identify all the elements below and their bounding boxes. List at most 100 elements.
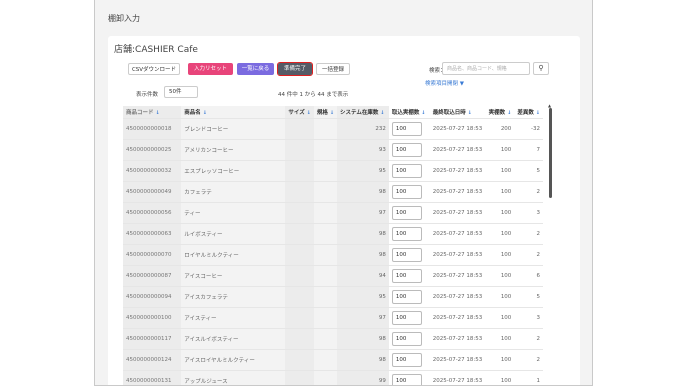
per-page-label: 表示件数 [136, 92, 159, 98]
cell-code: 4500000000025 [123, 139, 182, 161]
actual-count-input[interactable]: 100 [391, 143, 422, 157]
cell-spec [313, 139, 338, 161]
actual-count-input[interactable]: 100 [391, 374, 422, 385]
cell-size [285, 286, 314, 308]
cell-name: ブレンドコーヒー [181, 118, 286, 140]
cell-real-stock: 200 [485, 118, 515, 140]
table-row: 4500000000025 アメリカンコーヒー 93 100 2025-07-27 18… [123, 139, 543, 161]
actual-count-input[interactable]: 100 [391, 227, 422, 241]
inventory-table: 商品コード ↓ 商品名 ↓ サイズ ↓ 規格 ↓ システム在庫数 ↓ 取込実棚数… [123, 106, 543, 385]
cell-real-stock: 100 [485, 202, 515, 224]
cell-system-stock: 98 [337, 244, 389, 266]
cell-actual-input: 100 [388, 307, 430, 329]
cell-size [285, 244, 314, 266]
cell-actual-input: 100 [388, 223, 430, 245]
col-header-real-stock[interactable]: 実棚数 ↓ [485, 106, 515, 119]
cell-name: カフェラテ [181, 181, 286, 203]
col-header-system-stock[interactable]: システム在庫数 ↓ [337, 106, 389, 119]
per-page-select[interactable]: 50件 [164, 86, 198, 98]
col-header-diff[interactable]: 差異数 ↓ [514, 106, 543, 119]
cell-diff: 1 [514, 370, 543, 385]
bulk-register-button[interactable]: 一括登録 [316, 63, 350, 75]
cell-name: アイスコーヒー [181, 265, 286, 287]
cell-actual-input: 100 [388, 139, 430, 161]
col-header-size[interactable]: サイズ ↓ [285, 106, 314, 119]
ready-complete-button[interactable]: 準備完了 [277, 62, 313, 76]
cell-system-stock: 95 [337, 160, 389, 182]
sort-icon: ↓ [507, 110, 512, 116]
cell-last-import: 2025-07-27 18:53 [429, 223, 486, 245]
cell-actual-input: 100 [388, 370, 430, 385]
cell-real-stock: 100 [485, 244, 515, 266]
cell-size [285, 181, 314, 203]
actual-count-input[interactable]: 100 [391, 164, 422, 178]
cell-size [285, 223, 314, 245]
cell-last-import: 2025-07-27 18:53 [429, 118, 486, 140]
back-to-list-button[interactable]: 一覧に戻る [237, 63, 274, 75]
search-button[interactable]: ⚲ [533, 62, 549, 75]
search-input[interactable]: 商品名、商品コード、規格 [442, 62, 530, 75]
actual-count-input[interactable]: 100 [391, 122, 422, 136]
cell-real-stock: 100 [485, 181, 515, 203]
cell-system-stock: 95 [337, 286, 389, 308]
cell-name: アメリカンコーヒー [181, 139, 286, 161]
cell-system-stock: 97 [337, 307, 389, 329]
cell-code: 4500000000018 [123, 118, 182, 140]
actual-count-input[interactable]: 100 [391, 206, 422, 220]
cell-spec [313, 370, 338, 385]
table-row: 4500000000087 アイスコーヒー 94 100 2025-07-27 18:5… [123, 265, 543, 287]
cell-spec [313, 223, 338, 245]
cell-diff: 3 [514, 307, 543, 329]
sort-icon: ↓ [467, 110, 472, 116]
page-title: 棚卸入力 [108, 14, 140, 23]
cell-system-stock: 99 [337, 370, 389, 385]
col-header-name[interactable]: 商品名 ↓ [181, 106, 286, 119]
cell-last-import: 2025-07-27 18:53 [429, 265, 486, 287]
cell-code: 4500000000100 [123, 307, 182, 329]
cell-system-stock: 97 [337, 202, 389, 224]
input-reset-button[interactable]: 入力リセット [188, 63, 233, 75]
cell-actual-input: 100 [388, 244, 430, 266]
cell-real-stock: 100 [485, 139, 515, 161]
col-header-spec[interactable]: 規格 ↓ [313, 106, 338, 119]
csv-download-button[interactable]: CSVダウンロード [128, 63, 180, 75]
cell-size [285, 202, 314, 224]
actual-count-input[interactable]: 100 [391, 269, 422, 283]
cell-last-import: 2025-07-27 18:53 [429, 139, 486, 161]
advanced-search-toggle[interactable]: 検索項目開閉 ▼ [425, 79, 464, 87]
main-content: 棚卸入力 店舗:CASHIER Cafe CSVダウンロード 入力リセット 一覧… [94, 0, 593, 386]
table-row: 4500000000117 アイスルイボスティー 98 100 2025-07-27 1… [123, 328, 543, 350]
cell-code: 4500000000056 [123, 202, 182, 224]
cell-diff: 6 [514, 265, 543, 287]
vertical-scrollbar[interactable] [549, 108, 552, 198]
table-row: 4500000000124 アイスロイヤルミルクティー 98 100 2025-07-2… [123, 349, 543, 371]
cell-last-import: 2025-07-27 18:53 [429, 328, 486, 350]
table-row: 4500000000018 ブレンドコーヒー 232 100 2025-07-27 18… [123, 118, 543, 140]
cell-real-stock: 100 [485, 286, 515, 308]
cell-name: ロイヤルミルクティー [181, 244, 286, 266]
actual-count-input[interactable]: 100 [391, 311, 422, 325]
actual-count-input[interactable]: 100 [391, 290, 422, 304]
cell-size [285, 370, 314, 385]
cell-real-stock: 100 [485, 370, 515, 385]
col-header-actual-input[interactable]: 取込実棚数 ↓ [388, 106, 430, 119]
actual-count-input[interactable]: 100 [391, 248, 422, 262]
table-body: 4500000000018 ブレンドコーヒー 232 100 2025-07-27 18… [123, 118, 543, 385]
sort-icon: ↓ [202, 110, 207, 116]
actual-count-input[interactable]: 100 [391, 353, 422, 367]
col-header-last-import[interactable]: 最終取込日時 ↓ [429, 106, 486, 119]
sort-icon: ↓ [535, 110, 540, 116]
cell-code: 4500000000117 [123, 328, 182, 350]
actual-count-input[interactable]: 100 [391, 185, 422, 199]
cell-real-stock: 100 [485, 307, 515, 329]
store-label: 店舗:CASHIER Cafe [114, 45, 198, 55]
cell-diff: 2 [514, 223, 543, 245]
cell-code: 4500000000063 [123, 223, 182, 245]
cell-diff: 2 [514, 349, 543, 371]
cell-actual-input: 100 [388, 265, 430, 287]
actual-count-input[interactable]: 100 [391, 332, 422, 346]
cell-real-stock: 100 [485, 223, 515, 245]
inventory-card: 店舗:CASHIER Cafe CSVダウンロード 入力リセット 一覧に戻る 準… [108, 36, 580, 385]
col-header-code[interactable]: 商品コード ↓ [123, 106, 182, 119]
table-row: 4500000000049 カフェラテ 98 100 2025-07-27 18:53 1… [123, 181, 543, 203]
